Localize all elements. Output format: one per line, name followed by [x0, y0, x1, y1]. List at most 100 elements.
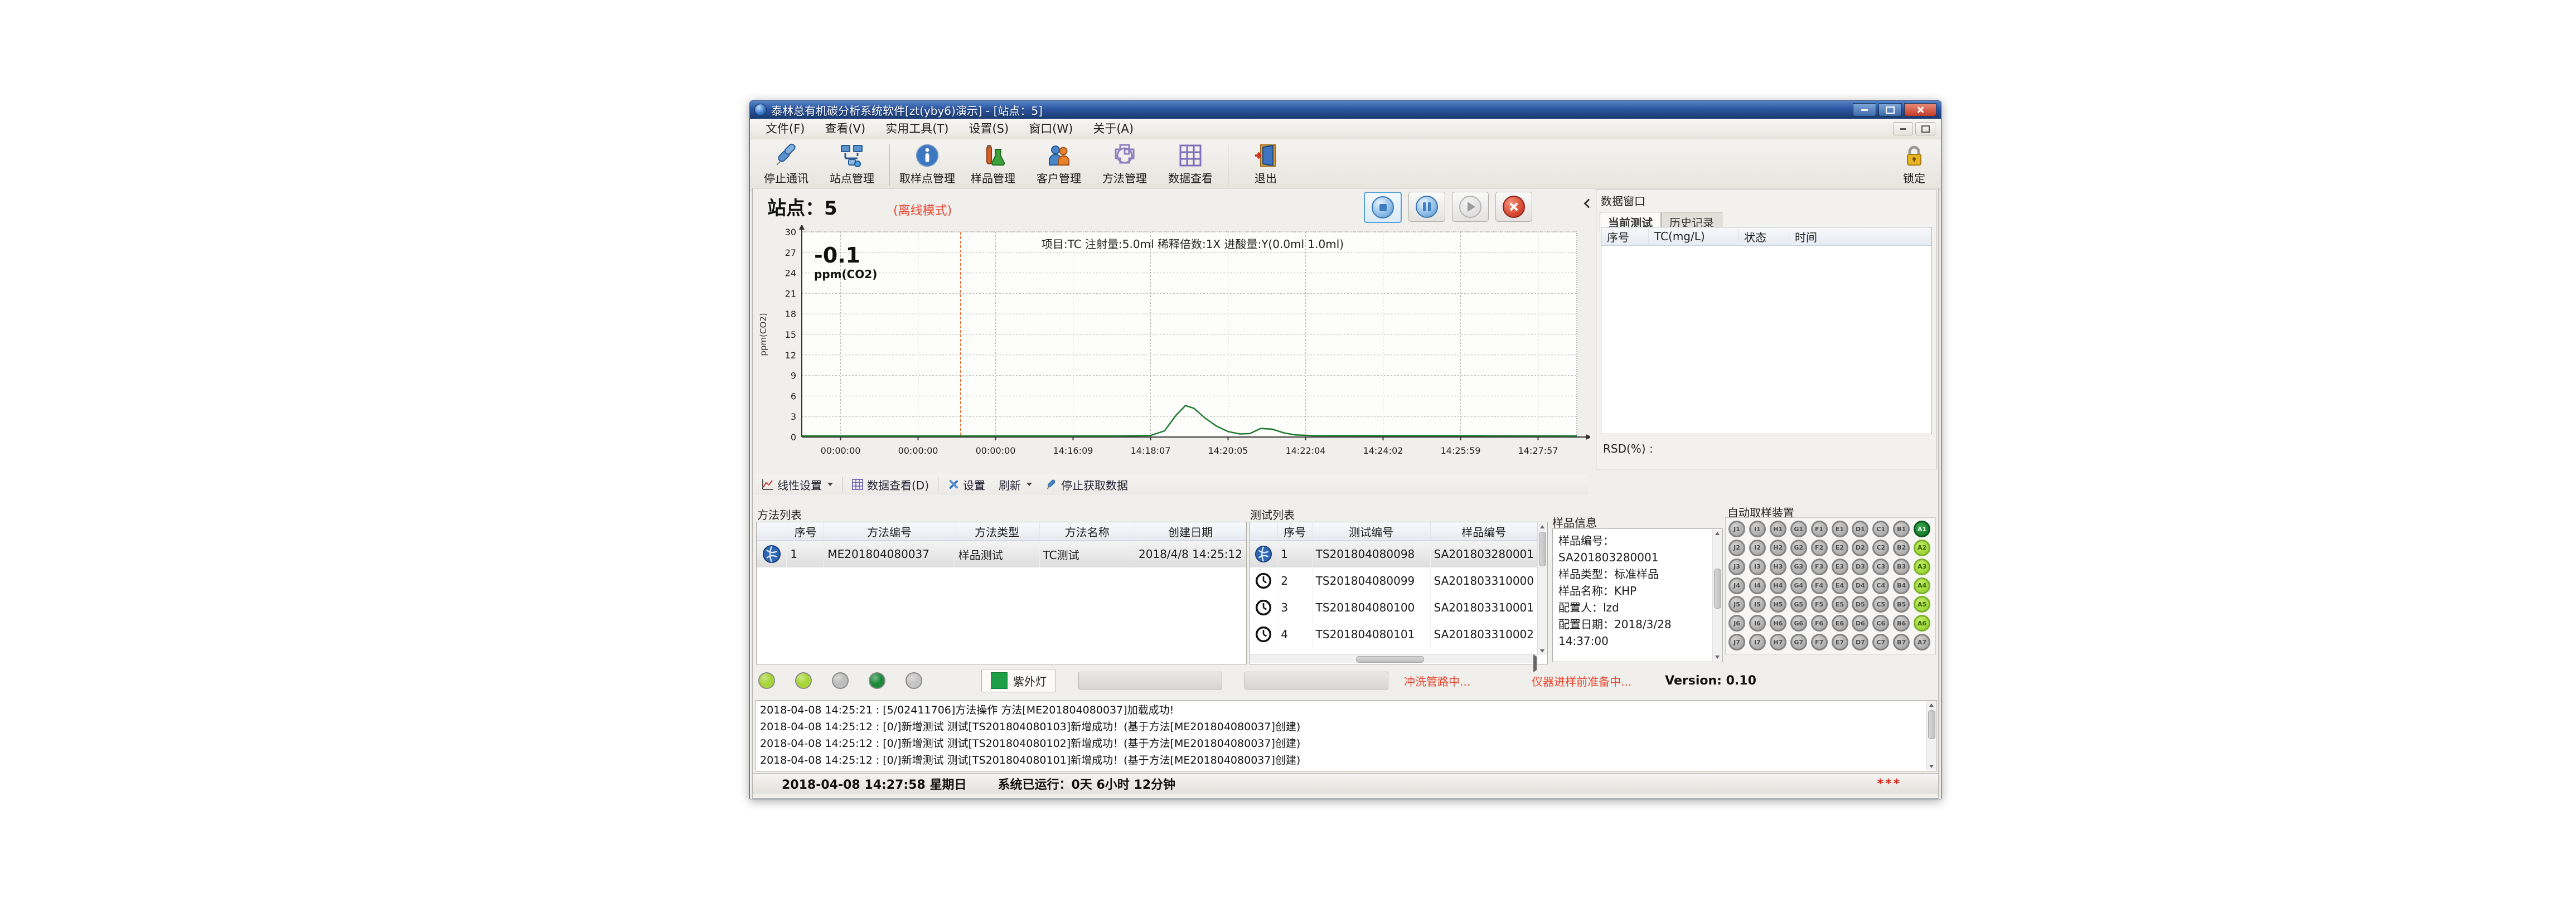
vial-F5[interactable]: F5	[1811, 596, 1828, 613]
child-restore-button[interactable]	[1915, 122, 1935, 135]
sample-mgmt-button[interactable]: 样品管理	[960, 141, 1026, 189]
child-minimize-button[interactable]	[1893, 122, 1913, 135]
scroll-down-icon[interactable]	[1713, 653, 1722, 661]
scroll-up-icon[interactable]	[1927, 701, 1936, 709]
menu-view[interactable]: 查看(V)	[815, 119, 875, 138]
vial-A5[interactable]: A5	[1914, 596, 1930, 613]
stop-acquire-button[interactable]: 停止获取数据	[1039, 475, 1135, 494]
vial-E1[interactable]: E1	[1832, 521, 1848, 537]
test-row-2[interactable]: 2 TS201804080099 SA201803310000	[1250, 567, 1538, 594]
test-list-hscrollbar[interactable]	[1250, 654, 1538, 663]
vial-I4[interactable]: I4	[1749, 577, 1766, 594]
linear-settings-button[interactable]: 线性设置	[755, 475, 840, 494]
vial-G6[interactable]: G6	[1790, 615, 1807, 632]
scroll-down-icon[interactable]	[1538, 647, 1547, 655]
vial-J4[interactable]: J4	[1728, 577, 1745, 594]
scroll-up-icon[interactable]	[1538, 523, 1547, 531]
vial-F4[interactable]: F4	[1811, 577, 1828, 594]
vial-C4[interactable]: C4	[1872, 577, 1889, 594]
log-vscrollbar[interactable]	[1926, 701, 1936, 770]
start-run-button[interactable]	[1452, 192, 1489, 222]
vial-G1[interactable]: G1	[1790, 521, 1807, 537]
vial-G5[interactable]: G5	[1790, 596, 1807, 613]
vial-G4[interactable]: G4	[1790, 577, 1807, 594]
vial-I3[interactable]: I3	[1749, 559, 1766, 575]
vial-I1[interactable]: I1	[1749, 521, 1766, 537]
vial-C6[interactable]: C6	[1872, 615, 1889, 632]
test-row-3[interactable]: 3 TS201804080100 SA201803310001	[1250, 594, 1538, 621]
vial-J2[interactable]: J2	[1728, 540, 1745, 556]
vial-E6[interactable]: E6	[1832, 615, 1848, 632]
test-list-vscrollbar[interactable]	[1537, 523, 1547, 655]
scroll-thumb[interactable]	[1928, 710, 1935, 739]
chart-settings-button[interactable]: 设置	[941, 475, 992, 494]
vial-A7[interactable]: A7	[1914, 634, 1930, 650]
vial-D1[interactable]: D1	[1852, 521, 1868, 537]
uv-lamp-button[interactable]: 紫外灯	[981, 669, 1056, 692]
vial-B2[interactable]: B2	[1893, 540, 1910, 556]
vial-E3[interactable]: E3	[1832, 559, 1848, 575]
vial-F1[interactable]: F1	[1811, 521, 1828, 537]
data-view-button[interactable]: 数据查看	[1158, 141, 1223, 189]
vial-H4[interactable]: H4	[1770, 577, 1786, 594]
scroll-up-icon[interactable]	[1713, 530, 1722, 537]
cancel-run-button[interactable]	[1495, 192, 1532, 222]
lock-button[interactable]: 锁定	[1891, 141, 1938, 189]
chart-data-view-button[interactable]: 数据查看(D)	[845, 475, 936, 494]
vial-B4[interactable]: B4	[1893, 577, 1910, 594]
vial-H3[interactable]: H3	[1770, 559, 1786, 575]
method-row-1[interactable]: 1 ME201804080037 样品测试 TC测试 2018/4/8 14:2…	[757, 541, 1246, 568]
maximize-button[interactable]	[1878, 103, 1902, 116]
vial-D2[interactable]: D2	[1852, 540, 1868, 556]
stop-comm-button[interactable]: 停止通讯	[753, 141, 819, 189]
vial-H1[interactable]: H1	[1770, 521, 1786, 537]
vial-F2[interactable]: F2	[1811, 540, 1828, 556]
pause-run-button[interactable]	[1408, 192, 1445, 222]
vial-B7[interactable]: B7	[1893, 634, 1910, 650]
vial-I7[interactable]: I7	[1749, 634, 1766, 650]
sample-info-vscrollbar[interactable]	[1712, 530, 1722, 661]
minimize-button[interactable]	[1853, 103, 1876, 116]
vial-A6[interactable]: A6	[1914, 615, 1930, 632]
vial-A1[interactable]: A1	[1914, 521, 1930, 537]
scroll-thumb[interactable]	[1356, 656, 1424, 663]
vial-F3[interactable]: F3	[1811, 559, 1828, 575]
vial-J6[interactable]: J6	[1728, 615, 1745, 632]
customer-mgmt-button[interactable]: 客户管理	[1026, 141, 1092, 189]
sampling-point-mgmt-button[interactable]: 取样点管理	[894, 141, 960, 189]
vial-B6[interactable]: B6	[1893, 615, 1910, 632]
exit-button[interactable]: 退出	[1233, 141, 1299, 189]
vial-A2[interactable]: A2	[1914, 540, 1930, 556]
vial-D7[interactable]: D7	[1852, 634, 1868, 650]
vial-I5[interactable]: I5	[1749, 596, 1766, 613]
menu-file[interactable]: 文件(F)	[756, 119, 815, 138]
vial-C1[interactable]: C1	[1872, 521, 1889, 537]
vial-A4[interactable]: A4	[1914, 577, 1930, 594]
vial-E7[interactable]: E7	[1832, 634, 1848, 650]
test-row-4[interactable]: 4 TS201804080101 SA201803310002	[1250, 621, 1538, 648]
stop-run-button[interactable]	[1364, 192, 1402, 223]
menu-about[interactable]: 关于(A)	[1083, 119, 1144, 138]
vial-H2[interactable]: H2	[1770, 540, 1786, 556]
vial-A3[interactable]: A3	[1914, 559, 1930, 575]
vial-E4[interactable]: E4	[1832, 577, 1848, 594]
vial-B3[interactable]: B3	[1893, 559, 1910, 575]
menu-window[interactable]: 窗口(W)	[1019, 119, 1083, 138]
vial-D6[interactable]: D6	[1852, 615, 1868, 632]
vial-B1[interactable]: B1	[1893, 521, 1910, 537]
vial-J3[interactable]: J3	[1728, 559, 1745, 575]
close-button[interactable]	[1904, 103, 1936, 116]
station-mgmt-button[interactable]: 站点管理	[819, 141, 885, 189]
vial-C2[interactable]: C2	[1872, 540, 1889, 556]
vial-E2[interactable]: E2	[1832, 540, 1848, 556]
scroll-thumb[interactable]	[1714, 569, 1721, 609]
menu-tools[interactable]: 实用工具(T)	[875, 119, 958, 138]
vial-F6[interactable]: F6	[1811, 615, 1828, 632]
collapse-panel-button[interactable]	[1584, 194, 1594, 213]
vial-H5[interactable]: H5	[1770, 596, 1786, 613]
vial-H6[interactable]: H6	[1770, 615, 1786, 632]
vial-D4[interactable]: D4	[1852, 577, 1868, 594]
vial-J1[interactable]: J1	[1728, 521, 1745, 537]
method-mgmt-button[interactable]: 方法管理	[1092, 141, 1158, 189]
vial-H7[interactable]: H7	[1770, 634, 1786, 650]
